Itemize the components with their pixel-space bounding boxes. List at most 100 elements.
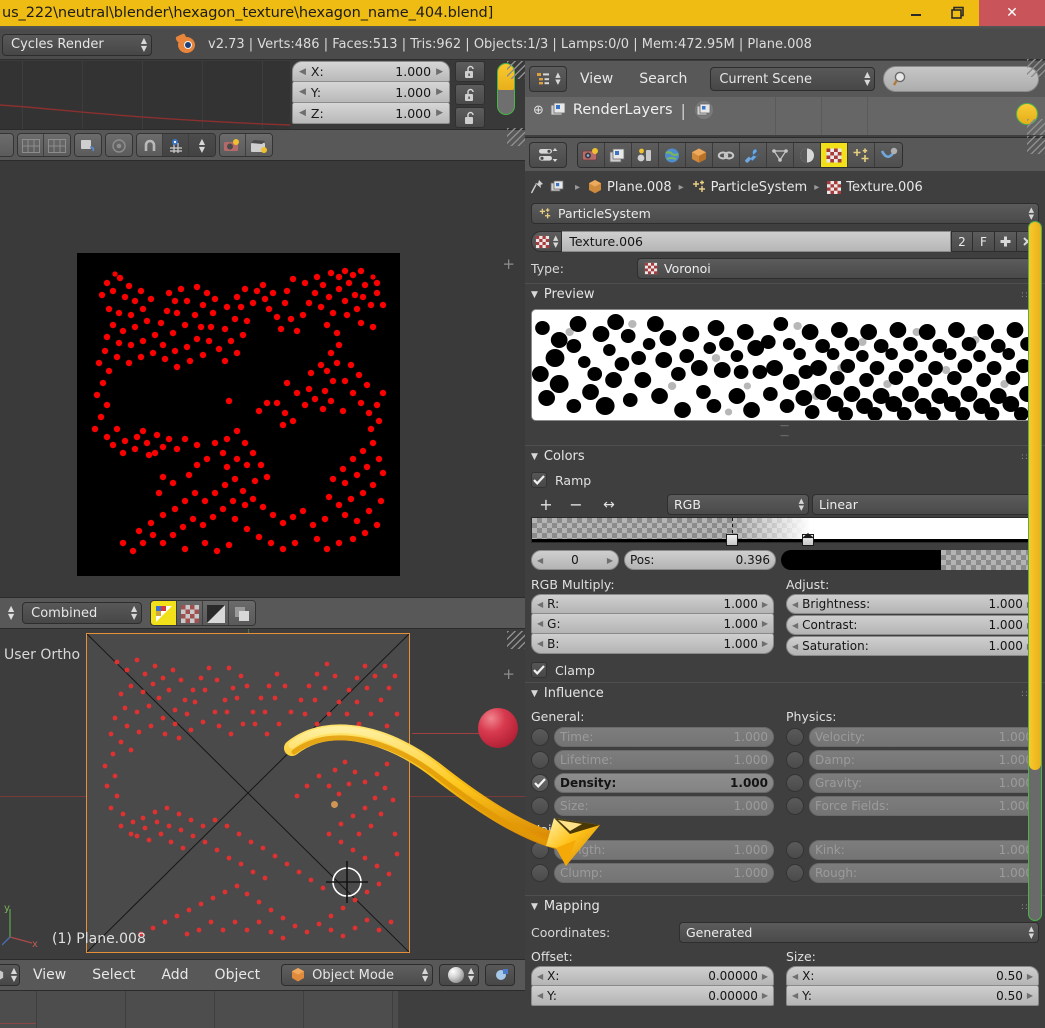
decrement-arrow-icon[interactable]: ◀: [537, 639, 543, 648]
3d-manipulator-widget[interactable]: [320, 855, 374, 909]
tab-render-layers[interactable]: [605, 142, 632, 167]
image-link-icon[interactable]: [75, 134, 101, 156]
increment-arrow-icon[interactable]: ▶: [436, 67, 443, 77]
render-group[interactable]: [219, 133, 273, 157]
increment-arrow-icon[interactable]: ▶: [436, 108, 443, 118]
increment-arrow-icon[interactable]: ▶: [1027, 991, 1033, 1000]
influence-row-lifetime[interactable]: Lifetime: 1.000: [531, 750, 774, 770]
increment-arrow-icon[interactable]: ▶: [1027, 972, 1033, 981]
ramp-stop-selected[interactable]: [726, 534, 739, 546]
ramp-color-mode-dropdown[interactable]: RGB ▲ ▼: [667, 494, 809, 515]
render-slot-chevron-icon[interactable]: ▲ ▼: [8, 605, 14, 621]
graph-editor-sliver[interactable]: [0, 61, 290, 129]
tab-physics[interactable]: [875, 142, 902, 167]
grid-icon[interactable]: [44, 134, 70, 156]
viewport-3d[interactable]: User Ortho (1) Plane.008 y x +: [0, 629, 525, 959]
decrement-arrow-icon[interactable]: ◀: [792, 991, 798, 1000]
outliner-tree[interactable]: ⊕ RenderLayers |: [525, 97, 1045, 135]
decrement-arrow-icon[interactable]: ◀: [792, 600, 798, 609]
breadcrumb-texture[interactable]: Texture.006: [846, 180, 923, 195]
decrement-arrow-icon[interactable]: ◀: [299, 67, 306, 77]
ramp-checkbox[interactable]: [531, 472, 547, 488]
influence-field-rough[interactable]: Rough: 1.000: [809, 863, 1039, 883]
adjust-contrast[interactable]: ◀ Contrast: 1.000 ▶: [786, 615, 1039, 635]
minimize-button[interactable]: [895, 0, 937, 26]
influence-toggle-clump[interactable]: [531, 864, 549, 882]
increment-arrow-icon[interactable]: ▶: [762, 619, 768, 628]
influence-field-clump[interactable]: Clump: 1.000: [554, 863, 774, 883]
add-region-plus-icon[interactable]: +: [502, 255, 515, 273]
pivot-icon[interactable]: [106, 134, 132, 156]
rgb-multiply-b[interactable]: ◀ B: 1.000 ▶: [531, 634, 774, 654]
panel-header-influence[interactable]: ▼ Influence ::::: [525, 682, 1045, 704]
menu-add[interactable]: Add: [148, 967, 201, 983]
selected-plane-object[interactable]: [86, 633, 410, 953]
influence-row-time[interactable]: Time: 1.000: [531, 727, 774, 747]
influence-toggle-gravity[interactable]: [786, 774, 804, 792]
ramp-add-button[interactable]: +: [531, 495, 561, 514]
outliner-display-mode-dropdown[interactable]: Current Scene ▲ ▼: [710, 67, 876, 91]
decrement-arrow-icon[interactable]: ◀: [537, 600, 543, 609]
image-editor-type-group[interactable]: [0, 133, 14, 157]
influence-field-damp[interactable]: Damp: 1.000: [809, 750, 1039, 770]
grid-icon-group[interactable]: [17, 133, 71, 157]
influence-field-density[interactable]: Density: 1.000: [554, 773, 774, 793]
tab-world[interactable]: [659, 142, 686, 167]
new-texture-button[interactable]: [995, 231, 1017, 252]
display-channels-group[interactable]: [150, 600, 257, 626]
viewport-shading-dropdown[interactable]: ▲ ▼: [439, 964, 480, 986]
panel-header-preview[interactable]: ▼ Preview ::::: [525, 283, 1045, 305]
snap-target-icon[interactable]: [163, 134, 189, 156]
editor-type-icon[interactable]: [0, 134, 13, 156]
ramp-position-field[interactable]: Pos: 0.396: [624, 550, 776, 570]
texture-name-field[interactable]: Texture.006: [562, 231, 951, 252]
decrement-arrow-icon[interactable]: ◀: [537, 991, 543, 1000]
ramp-color-swatch[interactable]: [781, 550, 1039, 570]
influence-toggle-velocity[interactable]: [786, 728, 804, 746]
outliner-row-renderlayers[interactable]: ⊕ RenderLayers |: [525, 97, 1045, 123]
tab-constraints[interactable]: [713, 142, 740, 167]
clapperboard-icon[interactable]: [246, 134, 272, 156]
increment-arrow-icon[interactable]: ▶: [762, 600, 768, 609]
tab-modifiers[interactable]: [740, 142, 767, 167]
layer-icon[interactable]: [229, 601, 256, 625]
panel-resize-grip[interactable]: — —: [525, 421, 1045, 441]
adjust-saturation[interactable]: ◀ Saturation: 1.000 ▶: [786, 636, 1039, 656]
size-y[interactable]: ◀ Y: 0.50 ▶: [786, 986, 1039, 1006]
ramp-flip-button[interactable]: ↔: [591, 497, 627, 513]
rgb-multiply-r[interactable]: ◀ R: 1.000 ▶: [531, 594, 774, 614]
outliner-editor-icon[interactable]: ▲ ▼: [529, 66, 567, 92]
area-corner-handle[interactable]: [1027, 136, 1045, 154]
ramp-interpolation-dropdown[interactable]: Linear ▲▼: [812, 494, 1039, 515]
scrollbar-thumb[interactable]: [1029, 222, 1041, 770]
particle-system-selector[interactable]: ParticleSystem ▲ ▼: [531, 203, 1039, 224]
area-corner-handle[interactable]: [507, 631, 525, 649]
color-ramp-widget[interactable]: [531, 517, 1039, 546]
influence-field-length[interactable]: Length: 1.000: [554, 840, 774, 860]
search-input[interactable]: [883, 66, 1039, 92]
panel-header-mapping[interactable]: ▼ Mapping ::::: [525, 895, 1045, 917]
breadcrumb-object[interactable]: Plane.008: [607, 180, 672, 195]
influence-row-gravity[interactable]: Gravity: 1.000: [786, 773, 1039, 793]
menu-object[interactable]: Object: [202, 967, 274, 983]
influence-toggle-length[interactable]: [531, 841, 549, 859]
decrement-arrow-icon[interactable]: ◀: [537, 556, 543, 565]
panel-header-colors[interactable]: ▼ Colors ::::: [525, 445, 1045, 467]
vertical-scrollbar[interactable]: [497, 63, 515, 115]
image-editor-canvas[interactable]: +: [0, 161, 525, 597]
increment-arrow-icon[interactable]: ▶: [436, 87, 443, 97]
influence-toggle-kink[interactable]: [786, 841, 804, 859]
snap-group[interactable]: ▲ ▼: [136, 133, 216, 157]
offset-y[interactable]: ◀ Y: 0.00000 ▶: [531, 986, 774, 1006]
fake-user-toggle[interactable]: F: [973, 231, 995, 252]
size-x[interactable]: ◀ X: 0.50 ▶: [786, 966, 1039, 986]
image-link-group[interactable]: [74, 133, 102, 157]
decrement-arrow-icon[interactable]: ◀: [299, 87, 306, 97]
render-layers-icon[interactable]: [694, 101, 714, 119]
influence-field-size[interactable]: Size: 1.000: [554, 796, 774, 816]
transform-field-y[interactable]: ◀ Y: 1.000 ▶: [292, 82, 450, 103]
tab-data[interactable]: [767, 142, 794, 167]
decrement-arrow-icon[interactable]: ◀: [792, 621, 798, 630]
texture-type-dropdown[interactable]: Voronoi ▲▼: [637, 258, 1039, 279]
transform-field-z[interactable]: ◀ Z: 1.000 ▶: [292, 103, 450, 124]
